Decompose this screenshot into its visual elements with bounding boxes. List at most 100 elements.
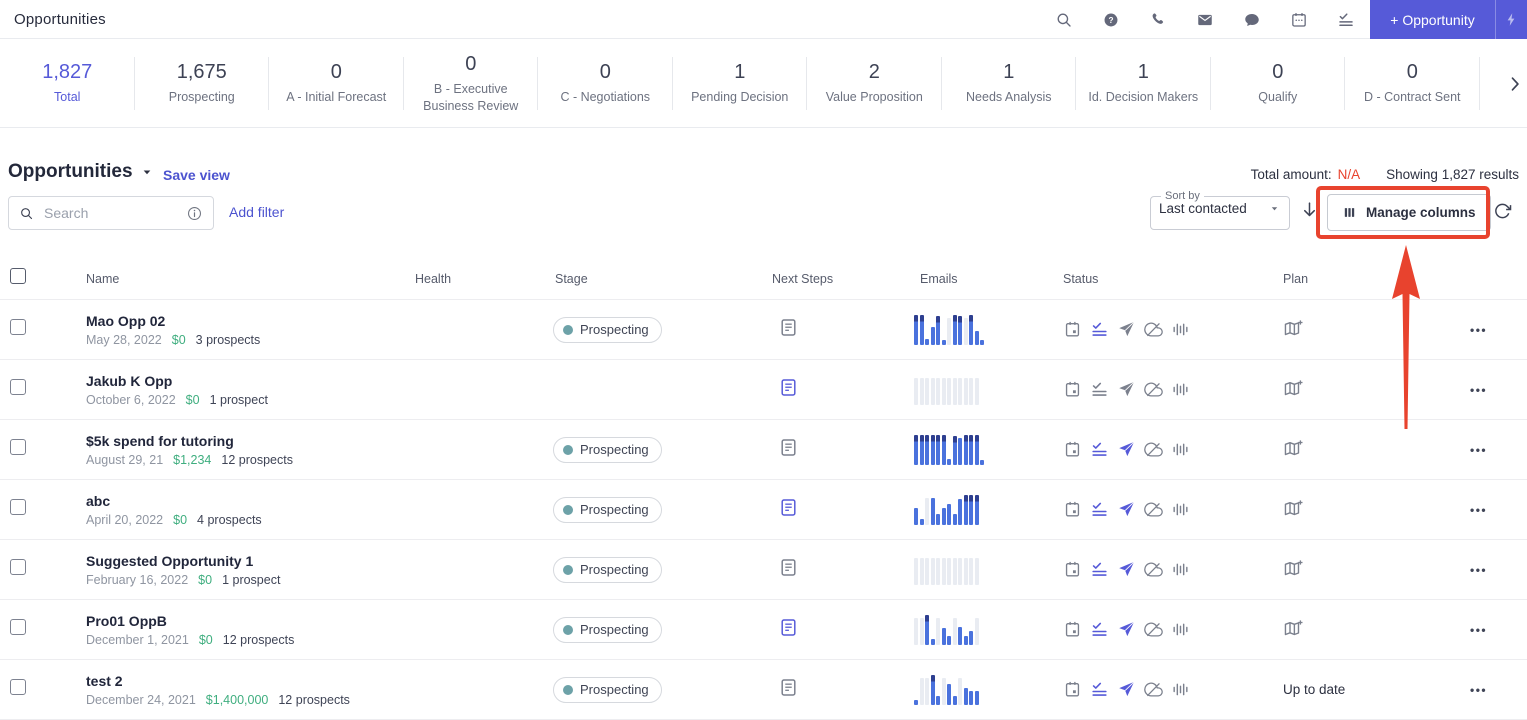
schedule-calendar-icon[interactable] <box>1063 440 1082 459</box>
search-icon[interactable] <box>1055 11 1073 29</box>
pipeline-stage-stat[interactable]: 1,827 Total <box>0 40 135 127</box>
schedule-calendar-icon[interactable] <box>1063 500 1082 519</box>
log-activity-icon[interactable] <box>1090 320 1109 339</box>
row-menu-button[interactable]: ••• <box>1443 563 1487 577</box>
select-all-checkbox[interactable] <box>10 268 26 284</box>
voicemail-icon[interactable] <box>1171 620 1190 639</box>
next-steps-note-icon[interactable] <box>778 677 799 698</box>
send-email-icon[interactable] <box>1117 560 1136 579</box>
log-activity-icon[interactable] <box>1090 500 1109 519</box>
calendar-icon[interactable] <box>1290 11 1308 29</box>
next-steps-note-icon[interactable] <box>778 557 799 578</box>
quick-actions-button[interactable] <box>1495 0 1527 39</box>
phone-icon[interactable] <box>1149 11 1167 29</box>
schedule-calendar-icon[interactable] <box>1063 560 1082 579</box>
schedule-calendar-icon[interactable] <box>1063 620 1082 639</box>
add-to-map-icon[interactable] <box>1283 559 1304 580</box>
opportunity-name[interactable]: $5k spend for tutoring <box>86 433 415 449</box>
log-activity-icon[interactable] <box>1090 560 1109 579</box>
add-to-map-icon[interactable] <box>1283 619 1304 640</box>
schedule-calendar-icon[interactable] <box>1063 380 1082 399</box>
send-email-icon[interactable] <box>1117 680 1136 699</box>
save-view-link[interactable]: Save view <box>163 167 230 183</box>
pipeline-stage-stat[interactable]: 2 Value Proposition <box>807 40 942 127</box>
next-steps-note-icon[interactable] <box>778 317 799 338</box>
next-steps-note-icon[interactable] <box>778 377 799 398</box>
row-menu-button[interactable]: ••• <box>1443 383 1487 397</box>
cloud-off-icon[interactable] <box>1144 380 1163 399</box>
send-email-icon[interactable] <box>1117 500 1136 519</box>
cloud-off-icon[interactable] <box>1144 680 1163 699</box>
row-checkbox[interactable] <box>10 379 26 395</box>
row-checkbox[interactable] <box>10 559 26 575</box>
help-icon[interactable] <box>1102 11 1120 29</box>
row-menu-button[interactable]: ••• <box>1443 443 1487 457</box>
info-icon[interactable] <box>186 205 203 222</box>
pipeline-stage-stat[interactable]: 1 Pending Decision <box>673 40 808 127</box>
send-email-icon[interactable] <box>1117 380 1136 399</box>
pipeline-stage-stat[interactable]: 1 Needs Analysis <box>942 40 1077 127</box>
voicemail-icon[interactable] <box>1171 440 1190 459</box>
pipeline-scroll-right-icon[interactable] <box>1505 74 1525 94</box>
activity-log-icon[interactable] <box>1337 11 1355 29</box>
row-checkbox[interactable] <box>10 499 26 515</box>
add-to-map-icon[interactable] <box>1283 439 1304 460</box>
cloud-off-icon[interactable] <box>1144 560 1163 579</box>
voicemail-icon[interactable] <box>1171 320 1190 339</box>
voicemail-icon[interactable] <box>1171 680 1190 699</box>
refresh-icon[interactable] <box>1494 202 1512 220</box>
row-checkbox[interactable] <box>10 439 26 455</box>
next-steps-note-icon[interactable] <box>778 617 799 638</box>
next-steps-note-icon[interactable] <box>778 437 799 458</box>
row-menu-button[interactable]: ••• <box>1443 323 1487 337</box>
add-to-map-icon[interactable] <box>1283 319 1304 340</box>
new-opportunity-button[interactable]: + Opportunity <box>1370 0 1527 39</box>
cloud-off-icon[interactable] <box>1144 440 1163 459</box>
cloud-off-icon[interactable] <box>1144 320 1163 339</box>
opportunity-name[interactable]: abc <box>86 493 415 509</box>
mail-icon[interactable] <box>1196 11 1214 29</box>
log-activity-icon[interactable] <box>1090 440 1109 459</box>
pipeline-stage-stat[interactable]: 0 A - Initial Forecast <box>269 40 404 127</box>
schedule-calendar-icon[interactable] <box>1063 320 1082 339</box>
add-filter-link[interactable]: Add filter <box>229 204 284 220</box>
add-to-map-icon[interactable] <box>1283 499 1304 520</box>
row-menu-button[interactable]: ••• <box>1443 503 1487 517</box>
opportunity-name[interactable]: Jakub K Opp <box>86 373 415 389</box>
sort-by-dropdown[interactable]: Sort by Last contacted <box>1150 190 1290 230</box>
log-activity-icon[interactable] <box>1090 680 1109 699</box>
voicemail-icon[interactable] <box>1171 500 1190 519</box>
row-checkbox[interactable] <box>10 679 26 695</box>
search-input[interactable] <box>42 204 178 222</box>
schedule-calendar-icon[interactable] <box>1063 680 1082 699</box>
opportunity-name[interactable]: Mao Opp 02 <box>86 313 415 329</box>
send-email-icon[interactable] <box>1117 620 1136 639</box>
row-checkbox[interactable] <box>10 619 26 635</box>
pipeline-stage-stat[interactable]: 0 Qualify <box>1211 40 1346 127</box>
view-title-dropdown[interactable]: Opportunities <box>8 161 155 183</box>
pipeline-stage-stat[interactable]: 0 D - Contract Sent <box>1345 40 1480 127</box>
pipeline-stage-stat[interactable]: 1 Id. Decision Makers <box>1076 40 1211 127</box>
send-email-icon[interactable] <box>1117 440 1136 459</box>
send-email-icon[interactable] <box>1117 320 1136 339</box>
opportunity-name[interactable]: Pro01 OppB <box>86 613 415 629</box>
chat-icon[interactable] <box>1243 11 1261 29</box>
cloud-off-icon[interactable] <box>1144 620 1163 639</box>
add-to-map-icon[interactable] <box>1283 379 1304 400</box>
log-activity-icon[interactable] <box>1090 380 1109 399</box>
voicemail-icon[interactable] <box>1171 560 1190 579</box>
log-activity-icon[interactable] <box>1090 620 1109 639</box>
next-steps-note-icon[interactable] <box>778 497 799 518</box>
row-menu-button[interactable]: ••• <box>1443 623 1487 637</box>
cloud-off-icon[interactable] <box>1144 500 1163 519</box>
row-menu-button[interactable]: ••• <box>1443 683 1487 697</box>
pipeline-stage-stat[interactable]: 0 B - Executive Business Review <box>404 40 539 127</box>
pipeline-stage-stat[interactable]: 0 C - Negotiations <box>538 40 673 127</box>
sort-direction-icon[interactable] <box>1300 200 1319 219</box>
voicemail-icon[interactable] <box>1171 380 1190 399</box>
pipeline-stage-stat[interactable]: 1,675 Prospecting <box>135 40 270 127</box>
opportunity-name[interactable]: test 2 <box>86 673 415 689</box>
manage-columns-button[interactable]: Manage columns <box>1327 194 1491 231</box>
row-checkbox[interactable] <box>10 319 26 335</box>
opportunity-name[interactable]: Suggested Opportunity 1 <box>86 553 415 569</box>
